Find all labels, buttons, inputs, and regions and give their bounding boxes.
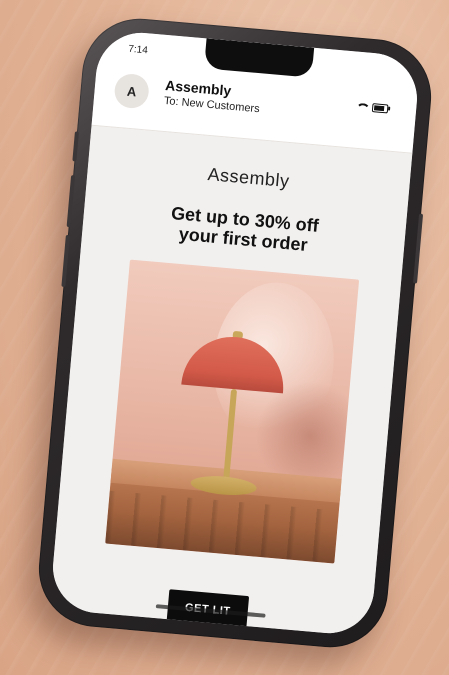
- email-body: Assembly Get up to 30% off your first or…: [49, 125, 413, 637]
- status-icons: [356, 102, 389, 114]
- battery-fill: [373, 105, 385, 112]
- phone-screen: 7:14 A Assembly To: New Customers Assemb…: [49, 29, 421, 637]
- promo-headline: Get up to 30% off your first order: [82, 195, 406, 263]
- hero-image[interactable]: [105, 259, 360, 564]
- brand-logo: Assembly: [206, 164, 291, 192]
- sender-avatar[interactable]: A: [113, 72, 151, 110]
- status-time: 7:14: [127, 43, 149, 57]
- wifi-icon: [356, 102, 367, 111]
- sender-info: Assembly To: New Customers: [163, 77, 261, 115]
- battery-icon: [371, 103, 389, 114]
- sender-initial: A: [126, 83, 138, 99]
- phone: 7:14 A Assembly To: New Customers Assemb…: [34, 13, 436, 653]
